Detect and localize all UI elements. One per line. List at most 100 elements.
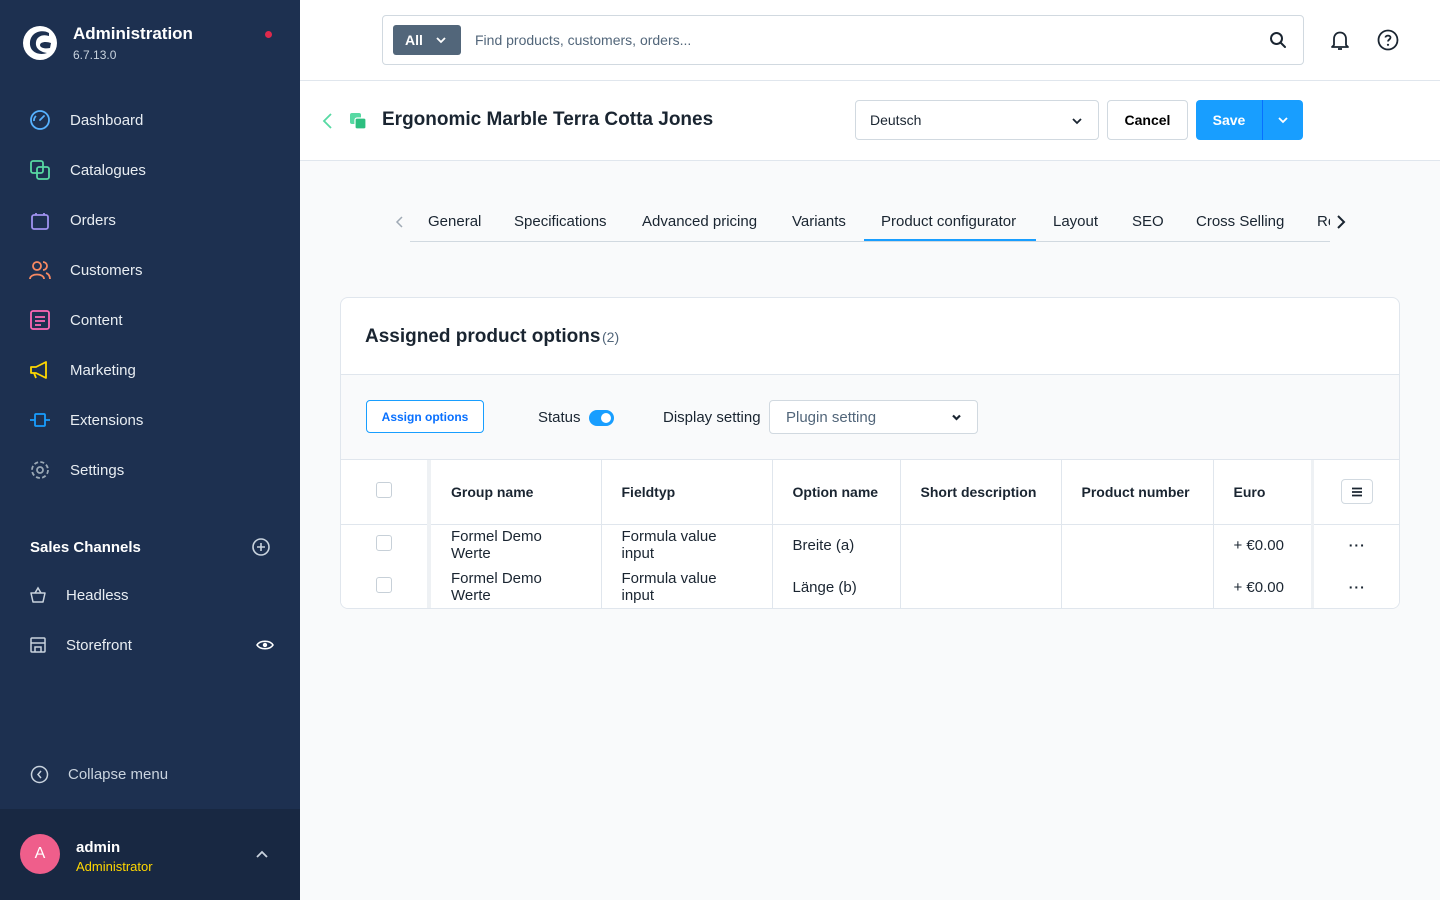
nav-item-customers[interactable]: Customers xyxy=(0,245,300,295)
card-title: Assigned product options xyxy=(365,326,601,347)
users-icon xyxy=(29,261,51,280)
top-bar: All xyxy=(300,0,1440,81)
row-actions-cell: ··· xyxy=(1310,566,1399,608)
tab-specifications[interactable]: Specifications xyxy=(514,213,607,230)
nav-item-label: Content xyxy=(70,311,123,329)
chevron-up-icon[interactable] xyxy=(254,847,270,863)
nav-item-catalogues[interactable]: Catalogues xyxy=(0,145,300,195)
table-cell: Formula value input xyxy=(601,566,773,608)
nav-item-label: Dashboard xyxy=(70,111,144,129)
nav-item-settings[interactable]: Settings xyxy=(0,445,300,495)
tab-general[interactable]: General xyxy=(428,213,481,230)
assign-options-button[interactable]: Assign options xyxy=(366,400,484,433)
sidebar: Administration 6.7.13.0 Dashboard Catalo… xyxy=(0,0,300,900)
sales-channel-storefront[interactable]: Storefront xyxy=(29,630,274,660)
table-row: Formel Demo Werte Formula value input Lä… xyxy=(341,566,1399,608)
language-select[interactable]: Deutsch xyxy=(855,100,1099,140)
app-title: Administration xyxy=(73,24,193,43)
status-toggle[interactable] xyxy=(589,410,614,426)
column-header[interactable]: Group name xyxy=(429,460,602,525)
smart-bar: Ergonomic Marble Terra Cotta Jones Deuts… xyxy=(300,81,1440,161)
nav-item-label: Extensions xyxy=(70,411,144,429)
bell-icon[interactable] xyxy=(1328,28,1352,52)
row-actions-button[interactable]: ··· xyxy=(1349,537,1366,553)
sales-channel-label: Headless xyxy=(66,586,129,604)
display-setting-select[interactable]: Plugin setting xyxy=(769,400,978,434)
chevron-left-icon[interactable] xyxy=(394,215,406,229)
tab-seo[interactable]: SEO xyxy=(1132,213,1164,230)
help-icon[interactable] xyxy=(1376,28,1400,52)
tab-layout[interactable]: Layout xyxy=(1053,213,1098,230)
column-header[interactable]: Option name xyxy=(772,460,901,525)
sales-channel-headless[interactable]: Headless xyxy=(29,580,274,610)
product-tabs: General Specifications Advanced pricing … xyxy=(395,203,1346,242)
user-name: admin xyxy=(76,839,121,856)
nav-item-orders[interactable]: Orders xyxy=(0,195,300,245)
basket-icon xyxy=(30,586,46,603)
row-actions-cell: ··· xyxy=(1310,524,1399,566)
chevron-down-icon[interactable] xyxy=(1276,113,1290,127)
column-header[interactable]: Product number xyxy=(1061,460,1214,525)
row-checkbox[interactable] xyxy=(376,535,392,552)
user-menu[interactable]: A admin Administrator xyxy=(0,809,300,900)
tab-advanced-pricing[interactable]: Advanced pricing xyxy=(642,213,757,230)
options-table: Group name Fieldtyp Option name Short de… xyxy=(341,460,1399,608)
nav-item-marketing[interactable]: Marketing xyxy=(0,345,300,395)
column-header[interactable]: Euro xyxy=(1213,460,1313,525)
search-input[interactable] xyxy=(475,29,1235,51)
nav-item-label: Customers xyxy=(70,261,143,279)
tab-product-configurator[interactable]: Product configurator xyxy=(881,213,1016,230)
collapse-menu-button[interactable]: Collapse menu xyxy=(30,765,168,784)
shopware-logo-icon xyxy=(23,26,57,60)
row-actions-button[interactable]: ··· xyxy=(1349,579,1366,595)
column-settings-cell xyxy=(1310,460,1399,525)
search-type-label: All xyxy=(405,32,423,48)
sales-channels-title: Sales Channels xyxy=(30,538,141,556)
save-button[interactable]: Save xyxy=(1196,100,1263,140)
display-setting-value: Plugin setting xyxy=(786,408,877,426)
tab-reviews[interactable]: Re xyxy=(1317,213,1330,230)
table-cell xyxy=(1061,566,1214,608)
tab-cross-selling[interactable]: Cross Selling xyxy=(1196,213,1284,230)
menu-icon xyxy=(1352,487,1363,497)
assigned-options-card: Assigned product options (2) Assign opti… xyxy=(340,297,1400,609)
page-title: Ergonomic Marble Terra Cotta Jones xyxy=(382,109,714,130)
column-header[interactable]: Fieldtyp xyxy=(601,460,773,525)
chevron-right-icon[interactable] xyxy=(1334,214,1348,230)
nav-item-label: Catalogues xyxy=(70,161,146,179)
row-checkbox[interactable] xyxy=(376,577,392,593)
eye-icon[interactable] xyxy=(256,636,274,654)
nav-item-content[interactable]: Content xyxy=(0,295,300,345)
back-arrow-icon[interactable] xyxy=(320,111,336,131)
sales-channel-label: Storefront xyxy=(66,636,132,654)
column-header[interactable]: Short description xyxy=(900,460,1062,525)
nav-item-extensions[interactable]: Extensions xyxy=(0,395,300,445)
add-circle-icon[interactable] xyxy=(252,538,270,556)
language-value: Deutsch xyxy=(870,112,922,128)
column-settings-button[interactable] xyxy=(1341,479,1374,505)
chevron-down-icon xyxy=(436,37,446,44)
table-header-row: Group name Fieldtyp Option name Short de… xyxy=(341,460,1399,525)
main-nav: Dashboard Catalogues Orders Customers Co… xyxy=(0,95,300,495)
table-cell: Breite (a) xyxy=(772,524,901,566)
megaphone-icon xyxy=(30,361,47,379)
option-count: (2) xyxy=(602,329,620,345)
nav-item-label: Marketing xyxy=(70,361,136,379)
search-icon[interactable] xyxy=(1269,31,1287,49)
catalogue-icon xyxy=(30,160,50,180)
cancel-button[interactable]: Cancel xyxy=(1107,100,1188,140)
table-cell xyxy=(900,524,1062,566)
tab-variants[interactable]: Variants xyxy=(792,213,846,230)
search-type-dropdown[interactable]: All xyxy=(393,25,461,55)
plugin-icon xyxy=(30,413,50,427)
search-bar: All xyxy=(382,15,1304,65)
status-label: Status xyxy=(538,409,581,426)
select-all-checkbox[interactable] xyxy=(376,482,392,499)
brand[interactable]: Administration 6.7.13.0 xyxy=(22,24,193,62)
save-button-group: Save xyxy=(1196,100,1303,140)
app-version: 6.7.13.0 xyxy=(73,48,117,62)
table-cell: Formula value input xyxy=(601,524,773,566)
nav-item-dashboard[interactable]: Dashboard xyxy=(0,95,300,145)
table-row: Formel Demo Werte Formula value input Br… xyxy=(341,524,1399,566)
nav-item-label: Orders xyxy=(70,211,116,229)
